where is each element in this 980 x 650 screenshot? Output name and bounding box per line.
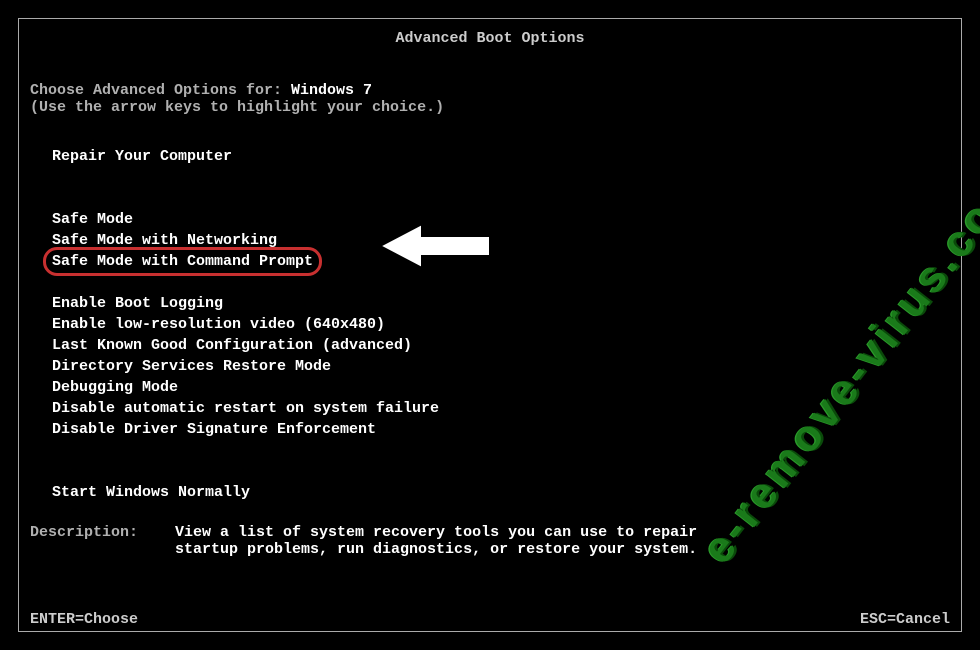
intro-block: Choose Advanced Options for: Windows 7 (… <box>30 82 444 116</box>
menu-item-lkgc[interactable]: Last Known Good Configuration (advanced) <box>52 335 439 356</box>
description-text: View a list of system recovery tools you… <box>175 524 735 558</box>
menu-item-safe-mode-cmd[interactable]: Safe Mode with Command Prompt <box>52 251 313 272</box>
description-block: Description: View a list of system recov… <box>30 524 735 558</box>
intro-hint: (Use the arrow keys to highlight your ch… <box>30 99 444 116</box>
os-name: Windows 7 <box>291 82 372 99</box>
footer-esc: ESC=Cancel <box>860 611 950 628</box>
menu-item-safe-mode-networking[interactable]: Safe Mode with Networking <box>52 230 439 251</box>
boot-menu[interactable]: Repair Your Computer Safe Mode Safe Mode… <box>52 146 439 503</box>
description-label: Description: <box>30 524 166 541</box>
menu-item-debug[interactable]: Debugging Mode <box>52 377 439 398</box>
menu-item-no-auto-restart[interactable]: Disable automatic restart on system fail… <box>52 398 439 419</box>
menu-item-start-normal[interactable]: Start Windows Normally <box>52 482 439 503</box>
menu-item-low-res[interactable]: Enable low-resolution video (640x480) <box>52 314 439 335</box>
intro-prefix: Choose Advanced Options for: <box>30 82 291 99</box>
menu-item-safe-mode[interactable]: Safe Mode <box>52 209 439 230</box>
menu-item-boot-logging[interactable]: Enable Boot Logging <box>52 293 439 314</box>
menu-item-no-driver-sig[interactable]: Disable Driver Signature Enforcement <box>52 419 439 440</box>
menu-item-safe-mode-cmd-label: Safe Mode with Command Prompt <box>52 253 313 270</box>
footer-bar: ENTER=Choose ESC=Cancel <box>30 611 950 628</box>
menu-item-repair[interactable]: Repair Your Computer <box>52 146 439 167</box>
footer-enter: ENTER=Choose <box>30 611 138 628</box>
page-title: Advanced Boot Options <box>0 30 980 47</box>
menu-item-dsrm[interactable]: Directory Services Restore Mode <box>52 356 439 377</box>
